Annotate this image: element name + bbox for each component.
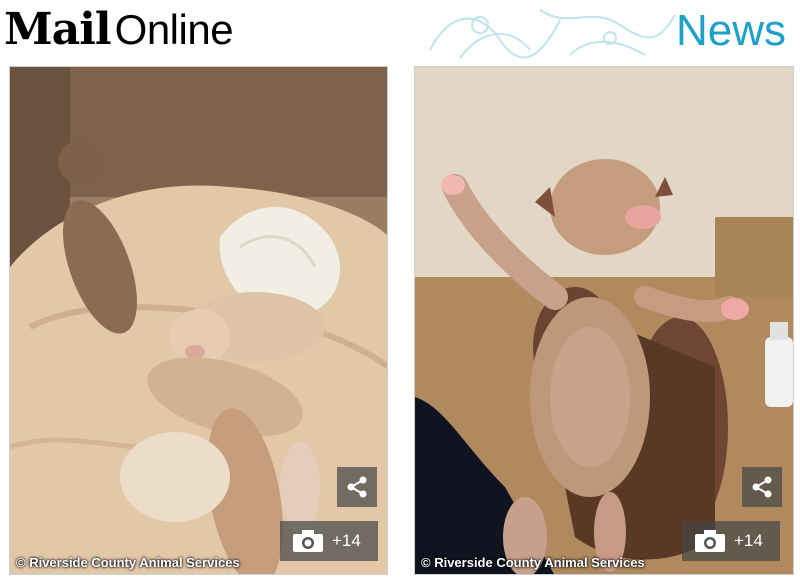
section-title[interactable]: News [676,6,786,56]
gallery-count: +14 [332,531,361,550]
gallery-button[interactable]: +14 [280,521,378,561]
logo-mail-text: Mail [4,4,112,55]
header-decoration [429,9,676,59]
camera-icon [293,530,323,552]
puppy-in-hand-photo[interactable]: +14 © Riverside County Animal Services [414,66,794,575]
logo-online-text: Online [114,6,234,53]
mailonline-logo[interactable]: Mail Online [4,4,234,56]
gallery-count: +14 [734,531,763,550]
puppies-in-box-image [10,67,387,574]
share-button[interactable] [742,467,782,507]
site-header: Mail Online News [0,0,800,64]
share-icon [347,476,367,498]
camera-icon [695,530,725,552]
photo-credit: © Riverside County Animal Services [16,555,240,570]
share-button[interactable] [337,467,377,507]
puppy-in-hand-image [415,67,793,574]
gallery-button[interactable]: +14 [682,521,780,561]
puppies-in-box-photo[interactable]: +14 © Riverside County Animal Services [9,66,388,575]
share-icon [752,476,772,498]
photo-credit: © Riverside County Animal Services [421,555,645,570]
